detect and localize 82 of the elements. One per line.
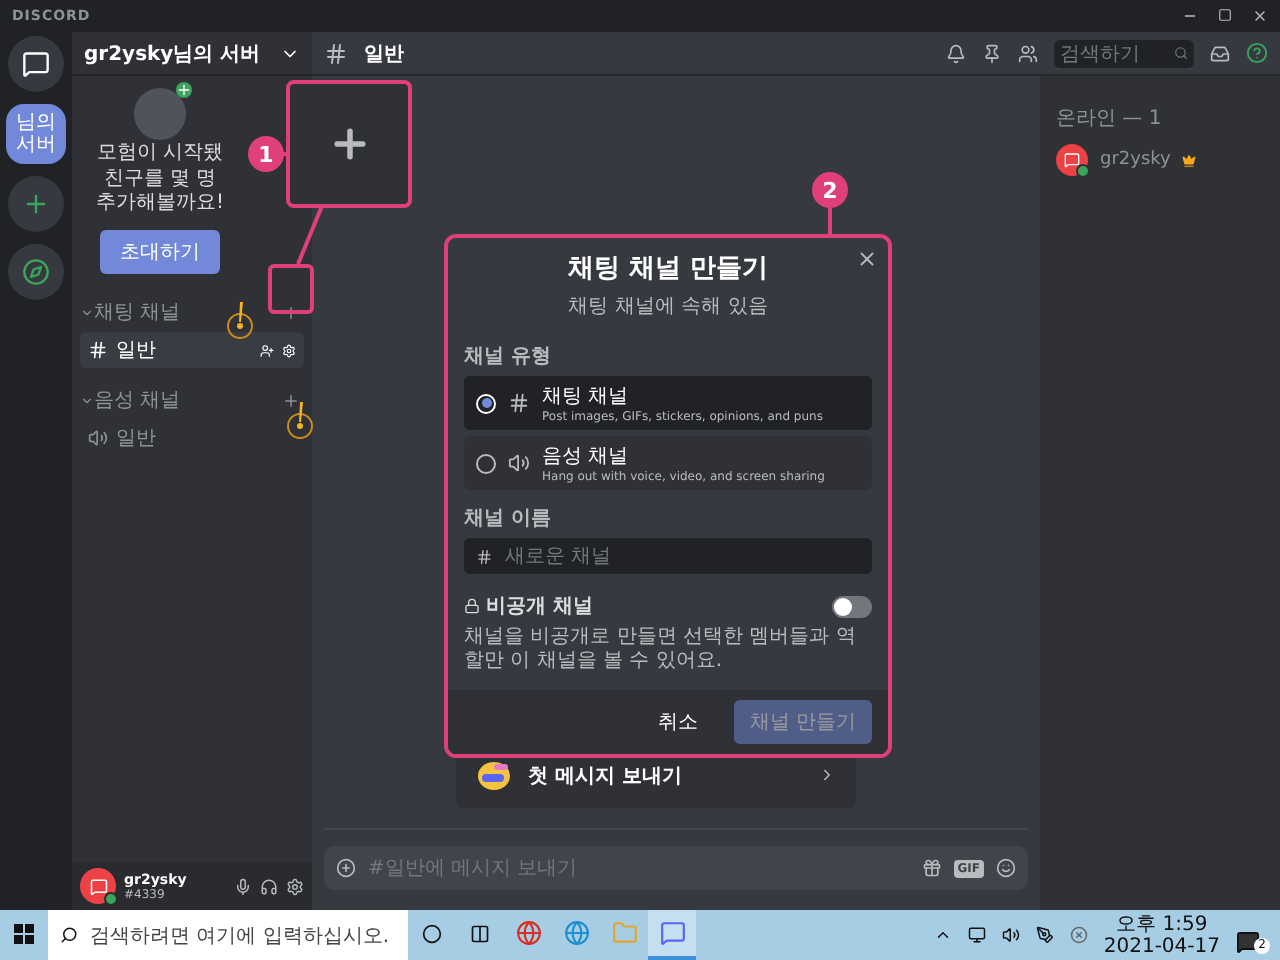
circle-icon <box>422 923 442 943</box>
volume-icon[interactable] <box>1001 926 1020 944</box>
lock-icon <box>464 598 480 614</box>
members-heading: 온라인 — 1 <box>1056 106 1164 132</box>
emoji-icon[interactable] <box>996 858 1016 878</box>
close-button[interactable] <box>856 248 878 270</box>
globe-icon <box>563 920 589 946</box>
search-icon <box>1174 46 1188 60</box>
channel-name-field[interactable]: 새로운 채널 <box>464 538 872 574</box>
channel-name: 일반 <box>116 338 158 364</box>
settings-icon[interactable] <box>286 877 304 895</box>
private-label: 비공개 채널 <box>486 594 595 620</box>
chat-icon <box>659 920 685 946</box>
task-view-icon <box>470 923 490 943</box>
chat-icon <box>22 50 50 78</box>
network-icon[interactable] <box>967 926 986 944</box>
help-icon[interactable] <box>1246 42 1268 64</box>
inbox-icon[interactable] <box>1210 43 1230 63</box>
cancel-button[interactable]: 취소 <box>645 706 710 738</box>
member-item[interactable]: gr2ysky <box>1056 144 1264 176</box>
welcome-text: 모험이 시작됐 <box>96 142 224 166</box>
avatar-icon[interactable] <box>80 868 116 904</box>
hash-icon <box>508 392 530 414</box>
search-icon <box>60 926 78 944</box>
add-channel-icon[interactable] <box>282 391 300 409</box>
channel-item[interactable]: 일반 <box>80 420 304 456</box>
chevron-right-icon <box>818 766 836 784</box>
chat-taskbar-button[interactable] <box>648 910 696 960</box>
bell-icon[interactable] <box>946 43 966 63</box>
maximize-icon[interactable] <box>1218 8 1232 22</box>
home-button[interactable] <box>8 36 64 92</box>
invite-button[interactable]: 초대하기 <box>100 230 220 274</box>
avatar-drawing <box>134 88 186 140</box>
windows-icon <box>14 923 34 943</box>
option-title: 채팅 채널 <box>542 384 631 410</box>
add-server-button[interactable] <box>8 176 64 232</box>
members-icon[interactable] <box>1018 43 1038 63</box>
channel-name-input[interactable]: 새로운 채널 <box>500 543 860 569</box>
section-label: 채널 유형 <box>464 344 553 370</box>
chevron-icon[interactable] <box>80 393 94 407</box>
close-circle-icon[interactable] <box>1069 926 1088 944</box>
headphones-icon[interactable] <box>260 877 278 895</box>
hash-icon <box>476 547 493 565</box>
chevron-up-icon[interactable] <box>933 926 952 944</box>
invite-icon[interactable] <box>260 343 274 357</box>
plus-icon <box>22 190 50 218</box>
hash-icon <box>88 340 108 360</box>
option-title: 음성 채널 <box>542 444 631 470</box>
close-icon[interactable] <box>1252 8 1268 24</box>
channel-name: 일반 <box>116 426 158 452</box>
speaker-icon <box>508 452 530 474</box>
pin-icon[interactable] <box>982 43 1002 63</box>
pen-icon[interactable] <box>1035 926 1054 944</box>
search-field[interactable]: 검색하기 <box>1054 39 1194 67</box>
folder-icon <box>611 920 637 946</box>
private-description: 채널을 비공개로 만들면 선택한 멤버들과 역할만 이 채널을 볼 수 있어요. <box>464 626 858 674</box>
clock[interactable]: 오후 1:59 2021-04-17 <box>1095 913 1228 957</box>
highlight-box <box>268 264 314 314</box>
dialog-title: 채팅 채널 만들기 <box>567 252 769 286</box>
hash-icon <box>324 41 348 65</box>
chevron-icon[interactable] <box>80 305 94 319</box>
alert-icon <box>226 300 254 340</box>
server-icon[interactable]: 님의서버 <box>6 104 66 164</box>
dialog-subtitle: 채팅 채널에 속해 있음 <box>566 294 770 320</box>
compass-icon <box>22 258 50 286</box>
taskbar-search-field[interactable]: 검색하려면 여기에 입력하십시오. <box>48 910 408 960</box>
speaker-icon <box>88 428 108 448</box>
category-name[interactable]: 음성 채널 <box>94 386 282 414</box>
channel-title: 일반 <box>364 41 406 67</box>
radio-icon[interactable] <box>476 453 496 473</box>
server-name[interactable]: gr2ysky님의 서버 <box>84 39 261 67</box>
section-label: 채널 이름 <box>464 506 553 532</box>
welcome-text: 친구를 몇 명 추가해볼까요! <box>93 168 226 216</box>
add-icon[interactable] <box>336 858 356 878</box>
private-toggle[interactable] <box>832 595 872 617</box>
explore-button[interactable] <box>8 244 64 300</box>
category-name[interactable]: 채팅 채널 <box>94 298 282 326</box>
alert-icon <box>286 400 314 440</box>
gift-icon[interactable] <box>921 858 942 878</box>
microphone-icon[interactable] <box>234 877 252 895</box>
avatar-icon <box>1056 144 1088 176</box>
channel-item[interactable]: 일반 <box>80 332 304 368</box>
